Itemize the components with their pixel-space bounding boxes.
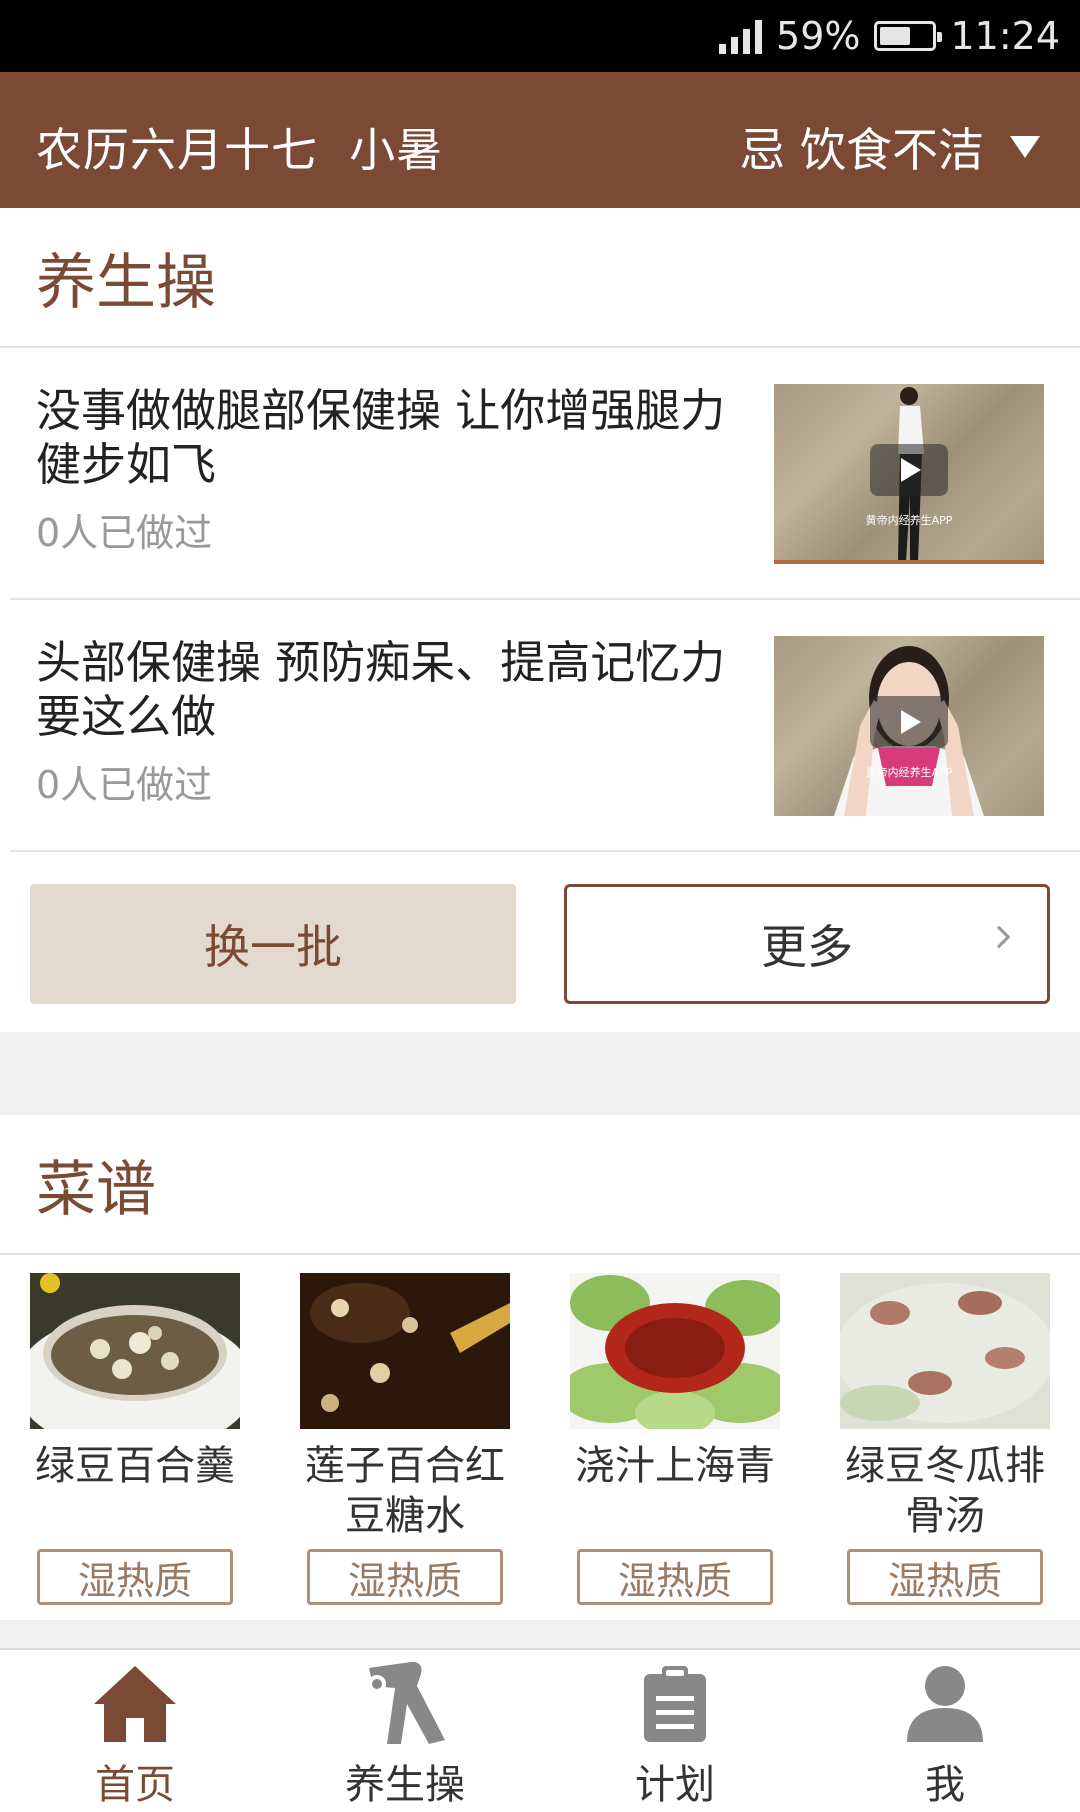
person-icon <box>907 1666 983 1742</box>
recipe-item[interactable]: 浇汁上海青 湿热质 <box>570 1273 780 1605</box>
exercise-card: 养生操 没事做做腿部保健操 让你增强腿力健步如飞 0人已做过 黄帝内经养生APP… <box>0 208 1080 1032</box>
exercise-icon <box>368 1661 445 1744</box>
recipe-card: 菜谱 绿豆百合羹 湿热质 莲子百合红豆糖水 湿热质 浇汁上海青 湿热质 绿豆冬瓜… <box>0 1115 1080 1620</box>
lunar-date: 农历六月十七 小暑 <box>36 123 444 177</box>
recipe-item[interactable]: 绿豆百合羹 湿热质 <box>30 1273 240 1605</box>
exercise-item[interactable]: 头部保健操 预防痴呆、提高记忆力要这么做 0人已做过 黄帝内经养生APP <box>10 600 1080 852</box>
more-button[interactable]: 更多 <box>564 884 1050 1004</box>
video-thumbnail[interactable]: 黄帝内经养生APP <box>774 384 1044 564</box>
battery-percent: 59% <box>776 14 861 58</box>
recipe-name: 绿豆百合羹 <box>35 1443 235 1489</box>
recipe-image <box>300 1273 510 1429</box>
video-thumbnail[interactable]: 黄帝内经养生APP <box>774 636 1044 816</box>
play-icon[interactable] <box>870 696 948 748</box>
app-screen: 59% 11:24 农历六月十七 小暑 忌 饮食不洁 养生操 没事做做腿部保健操… <box>0 0 1080 1812</box>
constitution-tag[interactable]: 湿热质 <box>37 1549 233 1605</box>
clock: 11:24 <box>950 14 1060 58</box>
tab-me[interactable]: 我 <box>810 1650 1080 1812</box>
tab-home[interactable]: 首页 <box>0 1650 270 1812</box>
exercise-title: 头部保健操 预防痴呆、提高记忆力要这么做 <box>36 636 726 743</box>
recipe-item[interactable]: 莲子百合红豆糖水 湿热质 <box>300 1273 510 1605</box>
home-icon <box>94 1666 176 1742</box>
taboo-text: 忌 饮食不洁 <box>739 123 984 177</box>
bottom-tab-bar: 首页 养生操 计划 我 <box>0 1648 1080 1812</box>
status-bar: 59% 11:24 <box>0 0 1080 72</box>
taboo-dropdown[interactable]: 忌 饮食不洁 <box>739 114 1040 180</box>
recipe-image <box>30 1273 240 1429</box>
recipe-list: 绿豆百合羹 湿热质 莲子百合红豆糖水 湿热质 浇汁上海青 湿热质 绿豆冬瓜排骨汤… <box>0 1255 1080 1620</box>
exercise-text: 头部保健操 预防痴呆、提高记忆力要这么做 0人已做过 <box>36 636 736 809</box>
signal-icon <box>719 18 763 54</box>
constitution-tag[interactable]: 湿热质 <box>577 1549 773 1605</box>
tab-exercise[interactable]: 养生操 <box>270 1650 540 1812</box>
constitution-tag[interactable]: 湿热质 <box>307 1549 503 1605</box>
recipe-name: 绿豆冬瓜排骨汤 <box>845 1443 1045 1539</box>
exercise-item[interactable]: 没事做做腿部保健操 让你增强腿力健步如飞 0人已做过 黄帝内经养生APP <box>10 348 1080 600</box>
clipboard-icon <box>644 1666 706 1742</box>
tab-label: 养生操 <box>345 1762 465 1808</box>
thumbnail-watermark: 黄帝内经养生APP <box>865 766 953 779</box>
battery-fill <box>880 27 911 45</box>
tab-label: 首页 <box>95 1762 175 1808</box>
tab-plan[interactable]: 计划 <box>540 1650 810 1812</box>
swap-batch-button[interactable]: 换一批 <box>30 884 516 1004</box>
recipe-image <box>840 1273 1050 1429</box>
exercise-text: 没事做做腿部保健操 让你增强腿力健步如飞 0人已做过 <box>36 384 736 557</box>
tab-label: 我 <box>925 1762 965 1808</box>
recipe-item[interactable]: 绿豆冬瓜排骨汤 湿热质 <box>840 1273 1050 1605</box>
more-label: 更多 <box>761 920 853 974</box>
status-right: 59% 11:24 <box>719 0 1060 72</box>
constitution-tag[interactable]: 湿热质 <box>847 1549 1043 1605</box>
app-header: 农历六月十七 小暑 忌 饮食不洁 <box>0 72 1080 222</box>
tab-label: 计划 <box>635 1762 715 1808</box>
chevron-right-icon <box>987 925 1011 949</box>
section-title-recipe: 菜谱 <box>0 1115 1080 1255</box>
thumbnail-floor <box>774 560 1044 564</box>
battery-icon <box>874 21 943 51</box>
exercise-count: 0人已做过 <box>36 763 213 807</box>
recipe-name: 浇汁上海青 <box>575 1443 775 1489</box>
recipe-name: 莲子百合红豆糖水 <box>305 1443 505 1539</box>
thumbnail-watermark: 黄帝内经养生APP <box>865 514 953 527</box>
exercise-actions: 换一批 更多 <box>0 852 1080 1032</box>
exercise-title: 没事做做腿部保健操 让你增强腿力健步如飞 <box>36 384 726 491</box>
play-icon[interactable] <box>870 444 948 496</box>
section-title-exercise: 养生操 <box>0 208 1080 348</box>
recipe-image <box>570 1273 780 1429</box>
dropdown-caret-icon <box>1010 136 1040 158</box>
exercise-count: 0人已做过 <box>36 511 213 555</box>
